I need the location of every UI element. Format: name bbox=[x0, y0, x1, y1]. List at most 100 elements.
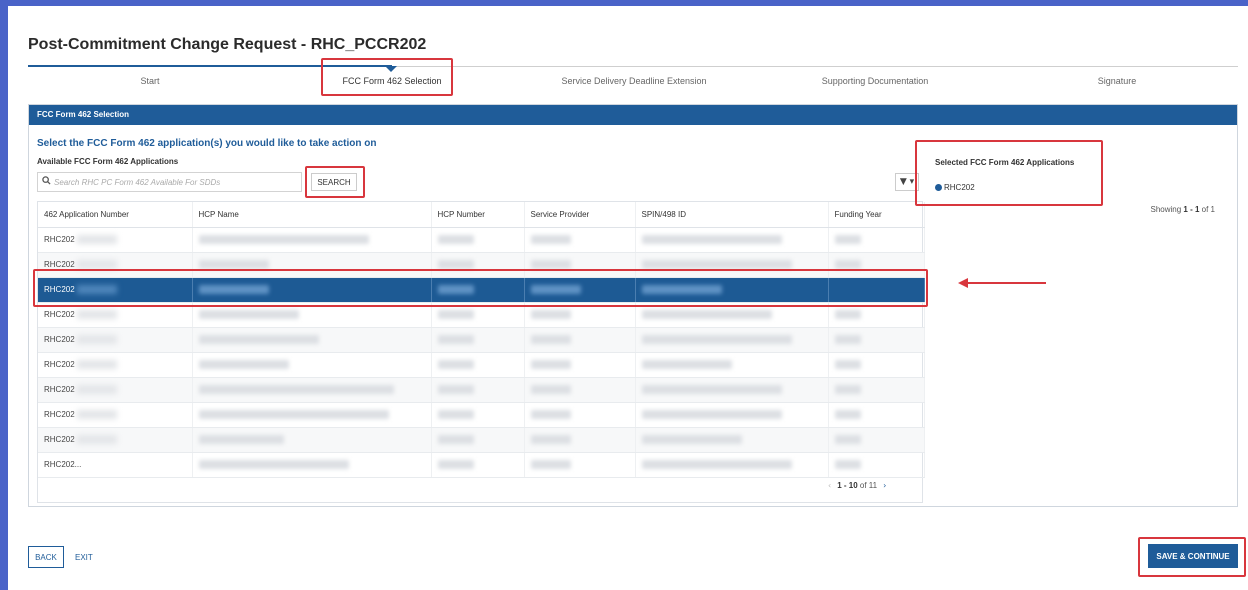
redacted-id bbox=[76, 385, 117, 395]
cell-hcp-number bbox=[431, 452, 525, 478]
cell-spin-id bbox=[635, 452, 829, 478]
cell-app-number: RHC202 bbox=[38, 377, 193, 403]
redacted-text bbox=[641, 435, 742, 445]
cell-service-provider bbox=[524, 402, 636, 428]
showing-count: Showing 1 - 1 of 1 bbox=[1150, 205, 1215, 214]
highlight-box-selected-row bbox=[33, 269, 928, 307]
redacted-text bbox=[530, 435, 571, 445]
app-number-text: RHC202 bbox=[44, 309, 75, 319]
redacted-text bbox=[834, 260, 861, 270]
redacted-text bbox=[641, 460, 792, 470]
table-row[interactable]: RHC202 bbox=[38, 402, 925, 428]
app-number-text: RHC202... bbox=[44, 460, 82, 469]
redacted-text bbox=[530, 460, 571, 470]
cell-service-provider bbox=[524, 227, 636, 253]
redacted-text bbox=[641, 260, 792, 270]
cell-hcp-number bbox=[431, 352, 525, 378]
redacted-text bbox=[530, 335, 571, 345]
redacted-text bbox=[641, 235, 782, 245]
cell-spin-id bbox=[635, 377, 829, 403]
cell-spin-id bbox=[635, 352, 829, 378]
cell-hcp-number bbox=[431, 427, 525, 453]
column-header-hcp-name[interactable]: HCP Name bbox=[192, 202, 432, 228]
redacted-text bbox=[198, 385, 394, 395]
step-start[interactable]: Start bbox=[140, 76, 159, 86]
cell-spin-id bbox=[635, 227, 829, 253]
search-icon bbox=[42, 176, 51, 188]
cell-service-provider bbox=[524, 452, 636, 478]
cell-app-number: RHC202 bbox=[38, 227, 193, 253]
redacted-text bbox=[198, 235, 369, 245]
column-header-funding-year[interactable]: Funding Year bbox=[828, 202, 925, 228]
table-row[interactable]: RHC202 bbox=[38, 427, 925, 453]
redacted-text bbox=[641, 385, 782, 395]
table-row[interactable]: RHC202 bbox=[38, 227, 925, 253]
cell-hcp-number bbox=[431, 327, 525, 353]
instruction-text: Select the FCC Form 462 application(s) y… bbox=[37, 138, 377, 149]
app-number-text: RHC202 bbox=[44, 409, 75, 419]
table-row[interactable]: RHC202 bbox=[38, 377, 925, 403]
highlight-box-step bbox=[321, 58, 453, 96]
redacted-text bbox=[641, 335, 792, 345]
app-number-text: RHC202 bbox=[44, 384, 75, 394]
redacted-id bbox=[76, 260, 117, 270]
search-field[interactable] bbox=[37, 172, 302, 192]
back-button[interactable]: BACK bbox=[28, 546, 64, 568]
window-top-border bbox=[0, 0, 1248, 6]
redacted-id bbox=[76, 410, 117, 420]
previous-page-icon[interactable]: ‹ bbox=[828, 481, 831, 490]
redacted-text bbox=[437, 260, 474, 270]
redacted-text bbox=[437, 335, 474, 345]
redacted-text bbox=[198, 335, 319, 345]
save-and-continue-button[interactable]: SAVE & CONTINUE bbox=[1148, 544, 1238, 568]
redacted-text bbox=[437, 235, 474, 245]
table-row[interactable]: RHC202 bbox=[38, 352, 925, 378]
table-header-row: 462 Application Number HCP Name HCP Numb… bbox=[38, 202, 925, 228]
cell-app-number: RHC202 bbox=[38, 427, 193, 453]
table-row[interactable]: RHC202... bbox=[38, 452, 925, 478]
cell-service-provider bbox=[524, 327, 636, 353]
step-service-delivery-deadline-extension[interactable]: Service Delivery Deadline Extension bbox=[561, 76, 706, 86]
redacted-text bbox=[834, 385, 861, 395]
redacted-text bbox=[437, 310, 474, 320]
column-header-spin-id[interactable]: SPIN/498 ID bbox=[635, 202, 829, 228]
step-signature[interactable]: Signature bbox=[1098, 76, 1137, 86]
showing-range: 1 - 1 bbox=[1183, 205, 1200, 214]
redacted-text bbox=[530, 360, 571, 370]
redacted-id bbox=[76, 435, 117, 445]
highlight-box-search bbox=[305, 166, 365, 198]
exit-link[interactable]: EXIT bbox=[75, 553, 93, 562]
redacted-id bbox=[76, 310, 117, 320]
cell-funding-year bbox=[828, 452, 925, 478]
filter-icon: ▼ ▾ bbox=[899, 177, 915, 187]
app-number-text: RHC202 bbox=[44, 334, 75, 344]
next-page-icon[interactable]: › bbox=[883, 481, 886, 490]
cell-hcp-name bbox=[192, 427, 432, 453]
redacted-text bbox=[834, 360, 861, 370]
redacted-text bbox=[198, 460, 349, 470]
cell-app-number: RHC202 bbox=[38, 402, 193, 428]
step-supporting-documentation[interactable]: Supporting Documentation bbox=[822, 76, 929, 86]
redacted-text bbox=[437, 460, 474, 470]
cell-funding-year bbox=[828, 352, 925, 378]
redacted-text bbox=[641, 310, 772, 320]
cell-spin-id bbox=[635, 402, 829, 428]
redacted-text bbox=[834, 435, 861, 445]
column-header-hcp-number[interactable]: HCP Number bbox=[431, 202, 525, 228]
redacted-text bbox=[198, 360, 289, 370]
redacted-text bbox=[530, 260, 571, 270]
redacted-text bbox=[834, 335, 861, 345]
cell-funding-year bbox=[828, 227, 925, 253]
redacted-text bbox=[530, 235, 571, 245]
showing-prefix: Showing bbox=[1150, 205, 1184, 214]
cell-hcp-name bbox=[192, 227, 432, 253]
pagination-range: 1 - 10 bbox=[837, 481, 858, 490]
redacted-text bbox=[437, 435, 474, 445]
redacted-text bbox=[198, 410, 389, 420]
search-input[interactable] bbox=[54, 174, 298, 190]
redacted-text bbox=[437, 410, 474, 420]
redacted-text bbox=[530, 385, 571, 395]
column-header-service-provider[interactable]: Service Provider bbox=[524, 202, 636, 228]
column-header-app-number[interactable]: 462 Application Number bbox=[38, 202, 193, 228]
table-row[interactable]: RHC202 bbox=[38, 327, 925, 353]
